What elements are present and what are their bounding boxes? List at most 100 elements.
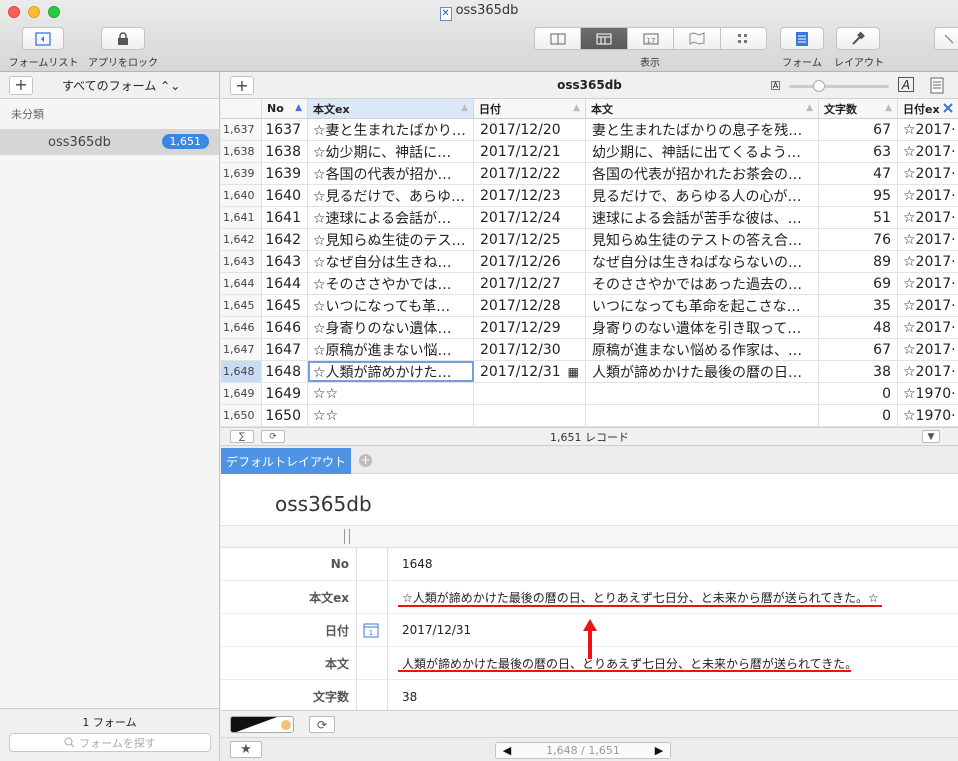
date-ex-cell[interactable]: ☆2017· xyxy=(898,207,958,228)
char-count-cell[interactable]: 76 xyxy=(819,229,898,250)
form-filter-popup[interactable]: すべてのフォーム ⌃⌄ xyxy=(62,77,180,94)
date-ex-cell[interactable]: ☆1970· xyxy=(898,405,958,426)
zoom-slider[interactable] xyxy=(789,80,889,92)
row-index-cell[interactable]: 1,642 xyxy=(221,229,262,250)
table-row[interactable]: 1,639 1639 ☆各国の代表が招か… 2017/12/22 各国の代表が招かれたお… xyxy=(221,163,958,185)
table-row[interactable]: 1,648 1648 ☆人類が諦めかけた… 2017/12/31 ▦ 人類が諦めかけた最後… xyxy=(221,361,958,383)
date-ex-cell[interactable]: ☆2017· xyxy=(898,119,958,140)
honbun-ex-cell[interactable]: ☆身寄りのない遺体… xyxy=(308,317,474,338)
date-cell[interactable]: 2017/12/24 xyxy=(474,207,586,228)
honbun-cell[interactable]: 妻と生まれたばかりの息子を残… xyxy=(586,119,819,140)
table-row[interactable]: 1,642 1642 ☆見知らぬ生徒のテス… 2017/12/25 見知らぬ生徒のテスト… xyxy=(221,229,958,251)
column-header-char-count[interactable]: 文字数 ▲ xyxy=(819,99,898,118)
field-value-no[interactable]: 1648 xyxy=(402,557,433,571)
honbun-ex-cell[interactable]: ☆人類が諦めかけた… xyxy=(308,361,474,382)
char-count-cell[interactable]: 95 xyxy=(819,185,898,206)
row-index-cell[interactable]: 1,644 xyxy=(221,273,262,294)
no-cell[interactable]: 1639 xyxy=(262,163,308,184)
honbun-cell[interactable]: 原稿が進まない悩める作家は、… xyxy=(586,339,819,360)
no-cell[interactable]: 1649 xyxy=(262,383,308,404)
honbun-ex-cell[interactable]: ☆原稿が進まない悩… xyxy=(308,339,474,360)
char-count-cell[interactable]: 35 xyxy=(819,295,898,316)
row-index-cell[interactable]: 1,638 xyxy=(221,141,262,162)
date-ex-cell[interactable]: ☆2017· xyxy=(898,317,958,338)
char-count-cell[interactable]: 48 xyxy=(819,317,898,338)
honbun-ex-cell[interactable]: ☆いつになっても革… xyxy=(308,295,474,316)
row-index-cell[interactable]: 1,641 xyxy=(221,207,262,228)
form-list-button[interactable] xyxy=(22,27,64,50)
honbun-ex-cell[interactable]: ☆各国の代表が招か… xyxy=(308,163,474,184)
no-cell[interactable]: 1648 xyxy=(262,361,308,382)
no-cell[interactable]: 1647 xyxy=(262,339,308,360)
table-row[interactable]: 1,637 1637 ☆妻と生まれたばかり… 2017/12/20 妻と生まれたばかりの… xyxy=(221,119,958,141)
no-cell[interactable]: 1642 xyxy=(262,229,308,250)
view-map-button[interactable] xyxy=(674,28,721,49)
table-row[interactable]: 1,644 1644 ☆そのささやかでは… 2017/12/27 そのささやかではあった… xyxy=(221,273,958,295)
date-cell[interactable]: 2017/12/23 xyxy=(474,185,586,206)
char-count-cell[interactable]: 63 xyxy=(819,141,898,162)
no-cell[interactable]: 1646 xyxy=(262,317,308,338)
char-count-cell[interactable]: 0 xyxy=(819,405,898,426)
date-cell[interactable] xyxy=(474,383,586,404)
char-count-cell[interactable]: 67 xyxy=(819,339,898,360)
calendar-picker-icon[interactable]: ▦ xyxy=(568,365,579,379)
color-style-well[interactable] xyxy=(230,716,294,733)
honbun-ex-cell[interactable]: ☆☆ xyxy=(308,383,474,404)
honbun-cell[interactable]: 見るだけで、あらゆる人の心が… xyxy=(586,185,819,206)
table-row[interactable]: 1,650 1650 ☆☆ 0 ☆1970· xyxy=(221,405,958,427)
overflow-button[interactable] xyxy=(934,27,958,50)
date-ex-cell[interactable]: ☆2017· xyxy=(898,339,958,360)
date-ex-cell[interactable]: ☆2017· xyxy=(898,273,958,294)
honbun-ex-cell[interactable]: ☆速球による会話が… xyxy=(308,207,474,228)
char-count-cell[interactable]: 51 xyxy=(819,207,898,228)
honbun-ex-cell[interactable]: ☆そのささやかでは… xyxy=(308,273,474,294)
form-search-input[interactable]: フォームを探す xyxy=(9,733,211,752)
honbun-cell[interactable]: 各国の代表が招かれたお茶会の… xyxy=(586,163,819,184)
view-grid-button[interactable] xyxy=(581,28,628,49)
no-cell[interactable]: 1641 xyxy=(262,207,308,228)
date-ex-cell[interactable]: ☆2017· xyxy=(898,251,958,272)
row-index-cell[interactable]: 1,648 xyxy=(221,361,262,382)
calendar-icon[interactable]: 1 xyxy=(363,622,379,638)
honbun-cell[interactable]: 幼少期に、神話に出てくるよう… xyxy=(586,141,819,162)
honbun-ex-cell[interactable]: ☆幼少期に、神話に… xyxy=(308,141,474,162)
table-row[interactable]: 1,643 1643 ☆なぜ自分は生きね… 2017/12/26 なぜ自分は生きねばなら… xyxy=(221,251,958,273)
sum-button[interactable]: ∑ xyxy=(230,430,254,443)
refresh-grid-button[interactable]: ⟳ xyxy=(261,430,285,443)
prev-record-button[interactable]: ◀ xyxy=(496,744,518,757)
char-count-cell[interactable]: 38 xyxy=(819,361,898,382)
sidebar-item-oss365db[interactable]: oss365db 1,651 xyxy=(0,129,219,155)
row-index-cell[interactable]: 1,640 xyxy=(221,185,262,206)
row-index-cell[interactable]: 1,650 xyxy=(221,405,262,426)
honbun-cell[interactable]: なぜ自分は生きねばならないの… xyxy=(586,251,819,272)
date-ex-cell[interactable]: ☆1970· xyxy=(898,383,958,404)
tab-default-layout[interactable]: デフォルトレイアウト xyxy=(221,448,351,474)
honbun-cell[interactable] xyxy=(586,405,819,426)
table-row[interactable]: 1,638 1638 ☆幼少期に、神話に… 2017/12/21 幼少期に、神話に出てく… xyxy=(221,141,958,163)
honbun-ex-cell[interactable]: ☆なぜ自分は生きね… xyxy=(308,251,474,272)
table-row[interactable]: 1,640 1640 ☆見るだけで、あらゆ… 2017/12/23 見るだけで、あらゆる… xyxy=(221,185,958,207)
grid-menu-button[interactable]: ▼ xyxy=(922,430,940,443)
field-value-date[interactable]: 2017/12/31 xyxy=(402,623,471,637)
honbun-cell[interactable]: 見知らぬ生徒のテストの答え合… xyxy=(586,229,819,250)
honbun-ex-cell[interactable]: ☆妻と生まれたばかり… xyxy=(308,119,474,140)
row-index-cell[interactable]: 1,643 xyxy=(221,251,262,272)
table-row[interactable]: 1,641 1641 ☆速球による会話が… 2017/12/24 速球による会話が苦手な… xyxy=(221,207,958,229)
date-ex-cell[interactable]: ☆2017· xyxy=(898,163,958,184)
column-header-date-ex[interactable]: 日付ex xyxy=(898,99,958,118)
table-row[interactable]: 1,646 1646 ☆身寄りのない遺体… 2017/12/29 身寄りのない遺体を引き… xyxy=(221,317,958,339)
char-count-cell[interactable]: 0 xyxy=(819,383,898,404)
honbun-cell[interactable]: いつになっても革命を起こさな… xyxy=(586,295,819,316)
no-cell[interactable]: 1644 xyxy=(262,273,308,294)
honbun-cell[interactable]: 人類が諦めかけた最後の暦の日… xyxy=(586,361,819,382)
add-layout-icon[interactable]: + xyxy=(359,454,372,467)
date-cell[interactable]: 2017/12/31 ▦ xyxy=(474,361,586,382)
field-value-honbun-ex[interactable]: ☆人類が諦めかけた最後の暦の日、とりあえず七日分、と未来から暦が送られてきた。☆ xyxy=(402,589,879,606)
field-value-honbun[interactable]: 人類が諦めかけた最後の暦の日、とりあえず七日分、と未来から暦が送られてきた。 xyxy=(402,655,857,672)
honbun-ex-cell[interactable]: ☆☆ xyxy=(308,405,474,426)
no-cell[interactable]: 1638 xyxy=(262,141,308,162)
date-ex-cell[interactable]: ☆2017· xyxy=(898,295,958,316)
date-cell[interactable]: 2017/12/27 xyxy=(474,273,586,294)
date-cell[interactable]: 2017/12/20 xyxy=(474,119,586,140)
date-cell[interactable] xyxy=(474,405,586,426)
